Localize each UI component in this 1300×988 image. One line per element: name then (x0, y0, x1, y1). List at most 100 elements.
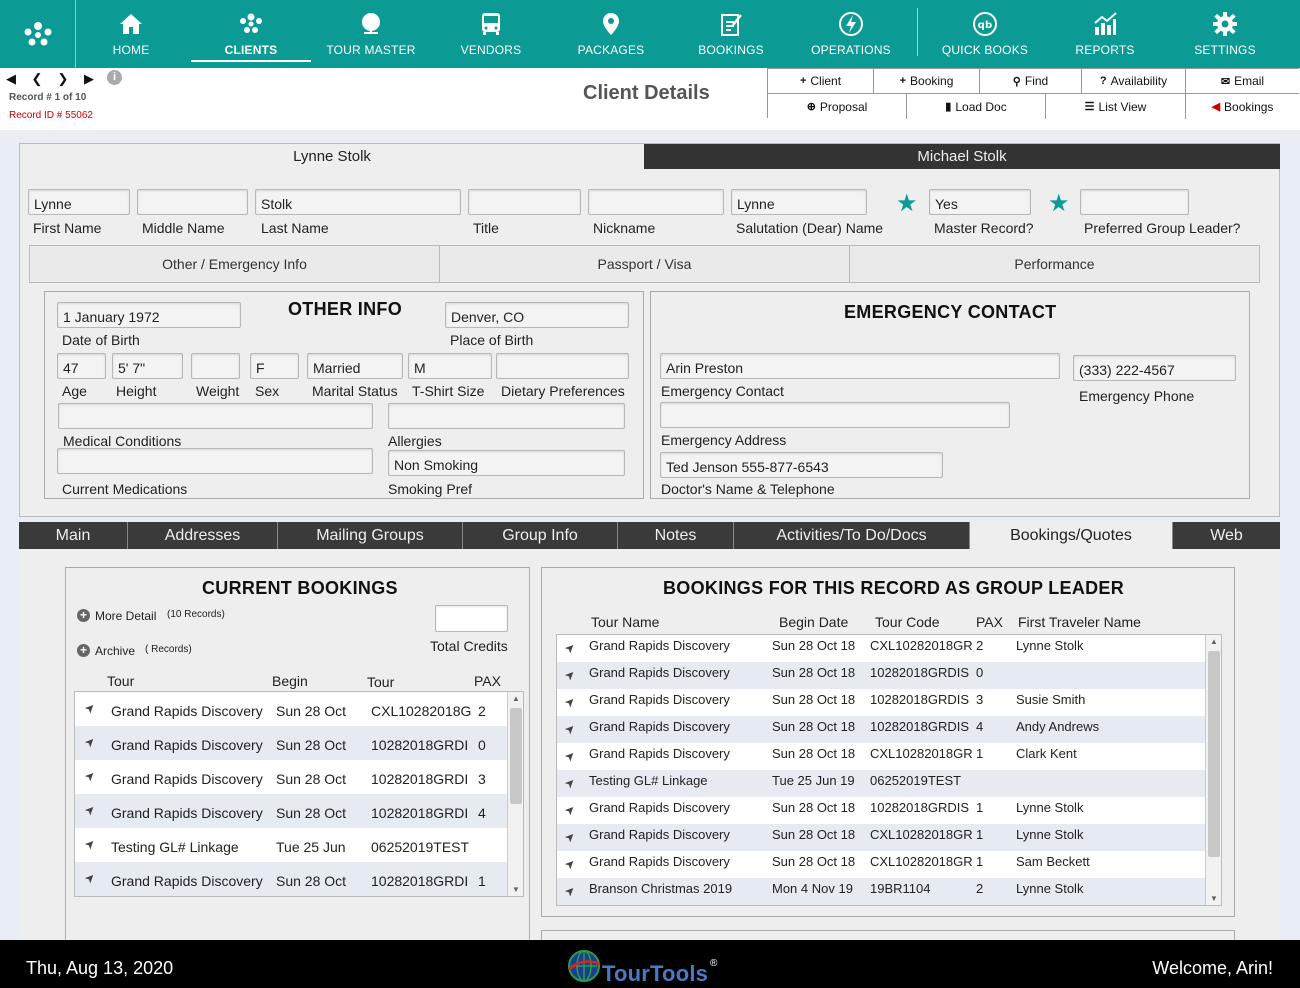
scrollbar-thumb[interactable] (510, 708, 522, 804)
goto-record-icon[interactable]: ➤ (82, 733, 99, 750)
scrollbar-thumb[interactable] (1208, 651, 1220, 857)
more-detail-link[interactable]: More Detail (95, 609, 156, 623)
archive-link[interactable]: Archive (95, 644, 135, 658)
smoking-field[interactable]: Non Smoking (388, 450, 625, 476)
medications-field[interactable] (57, 448, 373, 474)
load-doc-button[interactable]: ▮ Load Doc (907, 94, 1046, 119)
table-row[interactable]: ➤ Grand Rapids Discovery Sun 28 Oct 1028… (75, 862, 523, 896)
sex-field[interactable]: F (250, 353, 299, 379)
plus-circle-icon[interactable]: + (77, 644, 90, 657)
emergency-phone-field[interactable]: (333) 222-4567 (1073, 355, 1236, 381)
doctor-field[interactable]: Ted Jenson 555-877-6543 (660, 452, 943, 478)
availability-button[interactable]: ? Availability (1082, 69, 1186, 94)
goto-record-icon[interactable]: ➤ (82, 699, 99, 716)
nav-vendors[interactable]: VENDORS (431, 0, 551, 68)
bookings-button[interactable]: ◀ Bookings (1186, 94, 1299, 119)
app-logo-icon[interactable] (0, 0, 76, 68)
nav-bookings[interactable]: BOOKINGS (671, 0, 791, 68)
table-row[interactable]: ➤ Grand Rapids Discovery Sun 28 Oct 18 1… (557, 662, 1221, 689)
goto-record-icon[interactable]: ➤ (562, 801, 579, 818)
table-row[interactable]: ➤ Grand Rapids Discovery Sun 28 Oct 18 1… (557, 716, 1221, 743)
next-record-icon[interactable]: ❯ (56, 71, 70, 87)
last-name-field[interactable]: Stolk (255, 189, 461, 215)
table-row[interactable]: ➤ Grand Rapids Discovery Sun 28 Oct 18 C… (557, 635, 1221, 662)
middle-name-field[interactable] (137, 189, 248, 215)
first-record-icon[interactable]: ◀ (4, 71, 18, 87)
nav-home[interactable]: HOME (71, 0, 191, 68)
goto-record-icon[interactable]: ➤ (562, 720, 579, 737)
nav-quick-books[interactable]: qb QUICK BOOKS (925, 0, 1045, 68)
goto-record-icon[interactable]: ➤ (562, 693, 579, 710)
info-icon[interactable]: i (107, 70, 122, 85)
previous-record-icon[interactable]: ❮ (30, 71, 44, 87)
tab-other-emergency-info[interactable]: Other / Emergency Info (29, 245, 440, 283)
tab-passport-visa[interactable]: Passport / Visa (439, 245, 850, 283)
goto-record-icon[interactable]: ➤ (562, 639, 579, 656)
tab-bookings-quotes[interactable]: Bookings/Quotes (970, 522, 1173, 549)
nav-operations[interactable]: OPERATIONS (791, 0, 911, 68)
medical-field[interactable] (58, 403, 373, 429)
scroll-up-icon[interactable]: ▲ (1206, 637, 1221, 646)
tab-notes[interactable]: Notes (618, 522, 734, 549)
table-row[interactable]: ➤ Grand Rapids Discovery Sun 28 Oct CXL1… (75, 692, 523, 726)
table-row[interactable]: ➤ Grand Rapids Discovery Sun 28 Oct 1028… (75, 726, 523, 760)
nav-settings[interactable]: SETTINGS (1165, 0, 1285, 68)
nav-clients[interactable]: CLIENTS (191, 0, 311, 68)
table-row[interactable]: ➤ Grand Rapids Discovery Sun 28 Oct 18 1… (557, 689, 1221, 716)
scroll-up-icon[interactable]: ▲ (508, 694, 523, 703)
proposal-button[interactable]: ⊕ Proposal (768, 94, 907, 119)
weight-field[interactable] (191, 353, 240, 379)
table-row[interactable]: ➤ Testing GL# Linkage Tue 25 Jun 0625201… (75, 828, 523, 862)
table-row[interactable]: ➤ Testing GL# Linkage Tue 25 Jun 19 0625… (557, 770, 1221, 797)
tab-main[interactable]: Main (19, 522, 128, 549)
goto-record-icon[interactable]: ➤ (82, 869, 99, 886)
marital-field[interactable]: Married (307, 353, 403, 379)
goto-record-icon[interactable]: ➤ (562, 855, 579, 872)
goto-record-icon[interactable]: ➤ (562, 828, 579, 845)
goto-record-icon[interactable]: ➤ (82, 835, 99, 852)
allergies-field[interactable] (388, 403, 625, 429)
total-credits-field[interactable] (435, 605, 508, 632)
emergency-contact-field[interactable]: Arin Preston (660, 353, 1060, 379)
table-row[interactable]: ➤ Grand Rapids Discovery Sun 28 Oct 18 C… (557, 824, 1221, 851)
find-button[interactable]: ⚲ Find (980, 69, 1082, 94)
dietary-field[interactable] (496, 353, 629, 379)
dob-field[interactable]: 1 January 1972 (57, 302, 241, 328)
emergency-address-field[interactable] (660, 402, 1010, 428)
tshirt-field[interactable]: M (408, 353, 492, 379)
goto-record-icon[interactable]: ➤ (562, 882, 579, 899)
table-row[interactable]: ➤ Grand Rapids Discovery Sun 28 Oct 18 C… (557, 851, 1221, 878)
table-row[interactable]: ➤ Grand Rapids Discovery Sun 28 Oct 1028… (75, 794, 523, 828)
master-record-field[interactable]: Yes (929, 189, 1031, 215)
table-row[interactable]: ➤ Branson Christmas 2019 Mon 4 Nov 19 19… (557, 878, 1221, 905)
height-field[interactable]: 5' 7" (112, 353, 183, 379)
current-bookings-scrollbar[interactable]: ▲ ▼ (507, 692, 523, 896)
new-booking-button[interactable]: + Booking (874, 69, 980, 94)
tab-performance[interactable]: Performance (849, 245, 1260, 283)
goto-record-icon[interactable]: ➤ (82, 801, 99, 818)
tab-activities-todo-docs[interactable]: Activities/To Do/Docs (734, 522, 970, 549)
goto-record-icon[interactable]: ➤ (562, 747, 579, 764)
table-row[interactable]: ➤ Grand Rapids Discovery Sun 28 Oct 18 1… (557, 797, 1221, 824)
first-name-field[interactable]: Lynne (28, 189, 130, 215)
table-row[interactable]: ➤ Grand Rapids Discovery Sun 28 Oct 1028… (75, 760, 523, 794)
title-field[interactable] (468, 189, 581, 215)
pob-field[interactable]: Denver, CO (445, 302, 629, 328)
table-row[interactable]: ➤ Grand Rapids Discovery Sun 28 Oct 18 C… (557, 743, 1221, 770)
person-tab-michael[interactable]: Michael Stolk (644, 144, 1280, 169)
email-button[interactable]: ✉ Email (1186, 69, 1299, 94)
scroll-down-icon[interactable]: ▼ (1206, 894, 1221, 903)
new-client-button[interactable]: + Client (768, 69, 874, 94)
scroll-down-icon[interactable]: ▼ (508, 885, 523, 894)
tab-group-info[interactable]: Group Info (463, 522, 618, 549)
goto-record-icon[interactable]: ➤ (562, 774, 579, 791)
tab-addresses[interactable]: Addresses (128, 522, 278, 549)
person-tab-lynne[interactable]: Lynne Stolk (20, 144, 644, 169)
tab-web[interactable]: Web (1173, 522, 1280, 549)
list-view-button[interactable]: ☰ List View (1046, 94, 1186, 119)
group-leader-bookings-scrollbar[interactable]: ▲ ▼ (1205, 635, 1221, 905)
goto-record-icon[interactable]: ➤ (82, 767, 99, 784)
salutation-field[interactable]: Lynne (731, 189, 867, 215)
group-leader-field[interactable] (1080, 189, 1189, 215)
nav-reports[interactable]: REPORTS (1045, 0, 1165, 68)
